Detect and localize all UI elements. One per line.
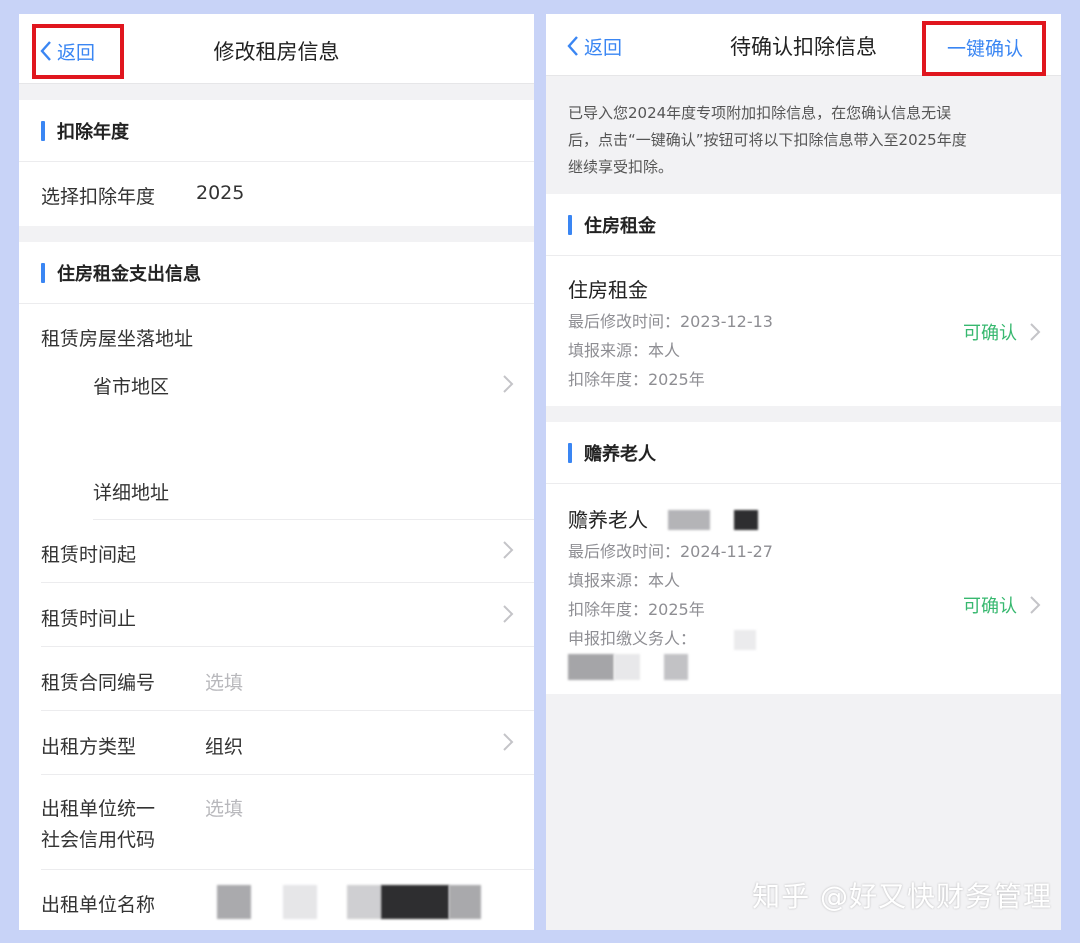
section-housing-rent: 住房租金	[546, 194, 1061, 256]
edit-rent-screen: 返回 修改租房信息 扣除年度 选择扣除年度 2025 住房租金支出信息 租赁房屋…	[19, 14, 534, 930]
redacted-block	[614, 654, 640, 680]
credit-code-label-line1: 出租单位统一	[41, 798, 156, 820]
province-label: 省市地区	[93, 376, 170, 398]
import-notice: 已导入您2024年度专项附加扣除信息，在您确认信息无误 后，点击“一键确认”按钮…	[568, 100, 1039, 181]
lease-end-row[interactable]: 租赁时间止	[41, 584, 534, 647]
notice-line: 继续享受扣除。	[568, 158, 674, 176]
year-row-bg: 选择扣除年度 2025	[19, 162, 534, 226]
chevron-right-icon	[502, 604, 514, 624]
notice-line: 已导入您2024年度专项附加扣除信息，在您确认信息无误	[568, 104, 952, 122]
lease-end-label: 租赁时间止	[41, 608, 137, 630]
pending-confirm-screen: 返回 待确认扣除信息 一键确认 已导入您2024年度专项附加扣除信息，在您确认信…	[546, 14, 1061, 930]
notice-line: 后，点击“一键确认”按钮可将以下扣除信息带入至2025年度	[568, 131, 967, 149]
last-modified: 最后修改时间：2024-11-27	[568, 542, 773, 561]
year-label: 选择扣除年度	[41, 186, 156, 208]
redacted-block	[449, 885, 481, 919]
confirmable-status[interactable]: 可确认	[963, 319, 1017, 345]
redacted-block	[664, 654, 688, 680]
credit-code-input[interactable]: 选填	[205, 794, 243, 821]
lessor-type-value: 组织	[205, 736, 244, 758]
section-title: 住房租金	[584, 216, 656, 237]
nav-bar: 返回 待确认扣除信息 一键确认	[546, 14, 1061, 76]
year-value: 2025	[196, 182, 245, 204]
deduction-year: 扣除年度：2025年	[568, 370, 705, 389]
last-modified: 最后修改时间：2023-12-13	[568, 312, 773, 331]
confirmable-status[interactable]: 可确认	[963, 592, 1017, 618]
credit-code-label: 出租单位统一 社会信用代码	[41, 794, 155, 856]
lessor-type-label: 出租方类型	[41, 736, 137, 758]
redacted-block	[347, 885, 381, 919]
address-label: 租赁房屋坐落地址	[41, 328, 194, 350]
detail-address-row[interactable]: 详细地址	[93, 446, 534, 520]
report-source: 填报来源：本人	[568, 571, 681, 590]
lessor-name-label: 出租单位名称	[41, 894, 156, 916]
section-title: 住房租金支出信息	[57, 264, 201, 285]
withholding-agent: 申报扣缴义务人：	[568, 629, 697, 648]
detail-address-label: 详细地址	[93, 482, 170, 504]
lessor-type-row[interactable]: 出租方类型 组织	[41, 712, 534, 775]
highlight-box	[32, 24, 124, 79]
lease-start-label: 租赁时间起	[41, 544, 137, 566]
redacted-block	[283, 885, 317, 919]
redacted-block	[734, 630, 756, 650]
chevron-right-icon	[1029, 595, 1041, 615]
section-bar	[41, 263, 45, 283]
report-source: 填报来源：本人	[568, 341, 681, 360]
chevron-right-icon	[502, 540, 514, 560]
redacted-block	[668, 510, 710, 530]
section-bar	[568, 215, 572, 235]
section-rent-info: 住房租金支出信息	[19, 242, 534, 304]
province-row[interactable]: 省市地区	[93, 356, 534, 432]
chevron-right-icon	[1029, 322, 1041, 342]
card-title: 住房租金	[568, 278, 648, 302]
elder-card[interactable]: 赡养老人 最后修改时间：2024-11-27 填报来源：本人 扣除年度：2025…	[546, 484, 1061, 694]
nav-bar: 返回 修改租房信息	[19, 14, 534, 84]
redacted-block	[381, 885, 449, 919]
watermark: 知乎 @好又快财务管理	[752, 880, 1052, 913]
section-elder-support: 赡养老人	[546, 422, 1061, 484]
section-title: 扣除年度	[57, 122, 129, 143]
lessor-name-row[interactable]: 出租单位名称	[41, 870, 534, 930]
redacted-block	[568, 654, 614, 680]
section-title: 赡养老人	[584, 444, 656, 465]
year-select-row[interactable]: 选择扣除年度 2025	[41, 162, 534, 225]
card-title: 赡养老人	[568, 508, 648, 532]
rent-card[interactable]: 住房租金 最后修改时间：2023-12-13 填报来源：本人 扣除年度：2025…	[546, 256, 1061, 406]
section-bar	[41, 121, 45, 141]
chevron-right-icon	[502, 374, 514, 394]
redacted-block	[734, 510, 758, 530]
highlight-box	[922, 21, 1046, 76]
chevron-right-icon	[502, 732, 514, 752]
contract-number-row[interactable]: 租赁合同编号 选填	[41, 648, 534, 711]
deduction-year: 扣除年度：2025年	[568, 600, 705, 619]
redacted-block	[217, 885, 251, 919]
contract-number-label: 租赁合同编号	[41, 672, 156, 694]
rent-form: 租赁房屋坐落地址 省市地区 详细地址 租赁时间起 租赁时间止 租赁合同编号 选填…	[19, 304, 534, 930]
lease-start-row[interactable]: 租赁时间起	[41, 520, 534, 583]
contract-number-input[interactable]: 选填	[205, 668, 243, 695]
section-deduction-year: 扣除年度	[19, 100, 534, 162]
credit-code-row[interactable]: 出租单位统一 社会信用代码 选填	[41, 776, 534, 870]
section-bar	[568, 443, 572, 463]
credit-code-label-line2: 社会信用代码	[41, 829, 156, 851]
